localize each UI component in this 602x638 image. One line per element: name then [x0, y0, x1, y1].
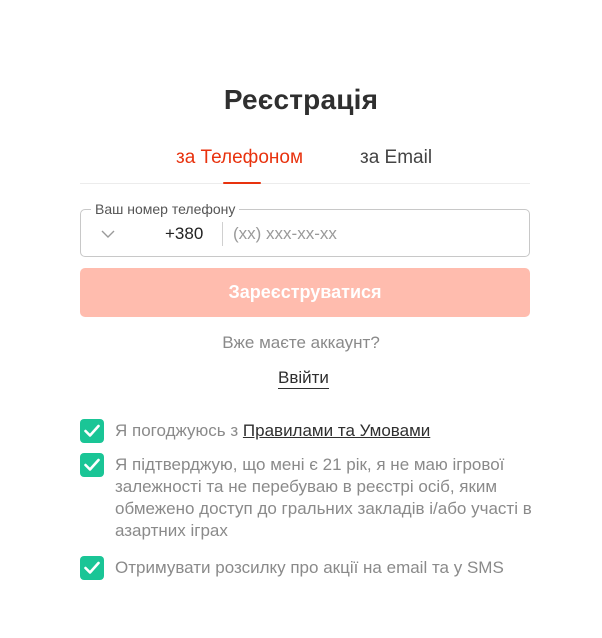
age-confirm-label: Я підтверджую, що мені є 21 рік, я не ма…: [115, 455, 532, 540]
terms-checkbox[interactable]: [80, 419, 104, 443]
newsletter-checkbox-row: Отримувати розсилку про акції на email т…: [80, 556, 530, 582]
age-checkbox-row: Я підтверджую, що мені є 21 рік, я не ма…: [80, 453, 532, 545]
phone-field-label: Ваш номер телефону: [91, 200, 240, 218]
newsletter-checkbox[interactable]: [80, 556, 104, 580]
phone-input[interactable]: [233, 220, 513, 248]
active-tab-indicator: [223, 182, 261, 184]
registration-tabs: за Телефоном за Email: [80, 138, 530, 184]
tabs-divider: [80, 183, 530, 184]
country-code[interactable]: +380: [165, 224, 203, 244]
terms-label: Я погоджуюсь з Правилами та Умовами: [115, 420, 540, 442]
tab-email[interactable]: за Email: [360, 147, 432, 169]
field-separator: [222, 222, 223, 246]
checkmark-icon: [84, 561, 100, 574]
age-confirm-checkbox[interactable]: [80, 453, 104, 477]
checkmark-icon: [84, 424, 100, 437]
have-account-text: Вже маєте аккаунт?: [222, 333, 380, 352]
newsletter-label: Отримувати розсилку про акції на email т…: [115, 558, 504, 577]
checkmark-icon: [84, 458, 100, 471]
terms-prefix: Я погоджуюсь з: [115, 421, 243, 440]
register-button[interactable]: Зареєструватися: [80, 268, 530, 317]
chevron-down-icon[interactable]: [101, 227, 115, 241]
page-title: Реєстрація: [223, 84, 379, 115]
login-link[interactable]: Ввійти: [278, 368, 329, 389]
tab-phone[interactable]: за Телефоном: [176, 147, 303, 169]
terms-link[interactable]: Правилами та Умовами: [243, 421, 430, 440]
phone-field: Ваш номер телефону +380: [80, 200, 530, 257]
terms-checkbox-row: Я погоджуюсь з Правилами та Умовами: [80, 419, 530, 445]
